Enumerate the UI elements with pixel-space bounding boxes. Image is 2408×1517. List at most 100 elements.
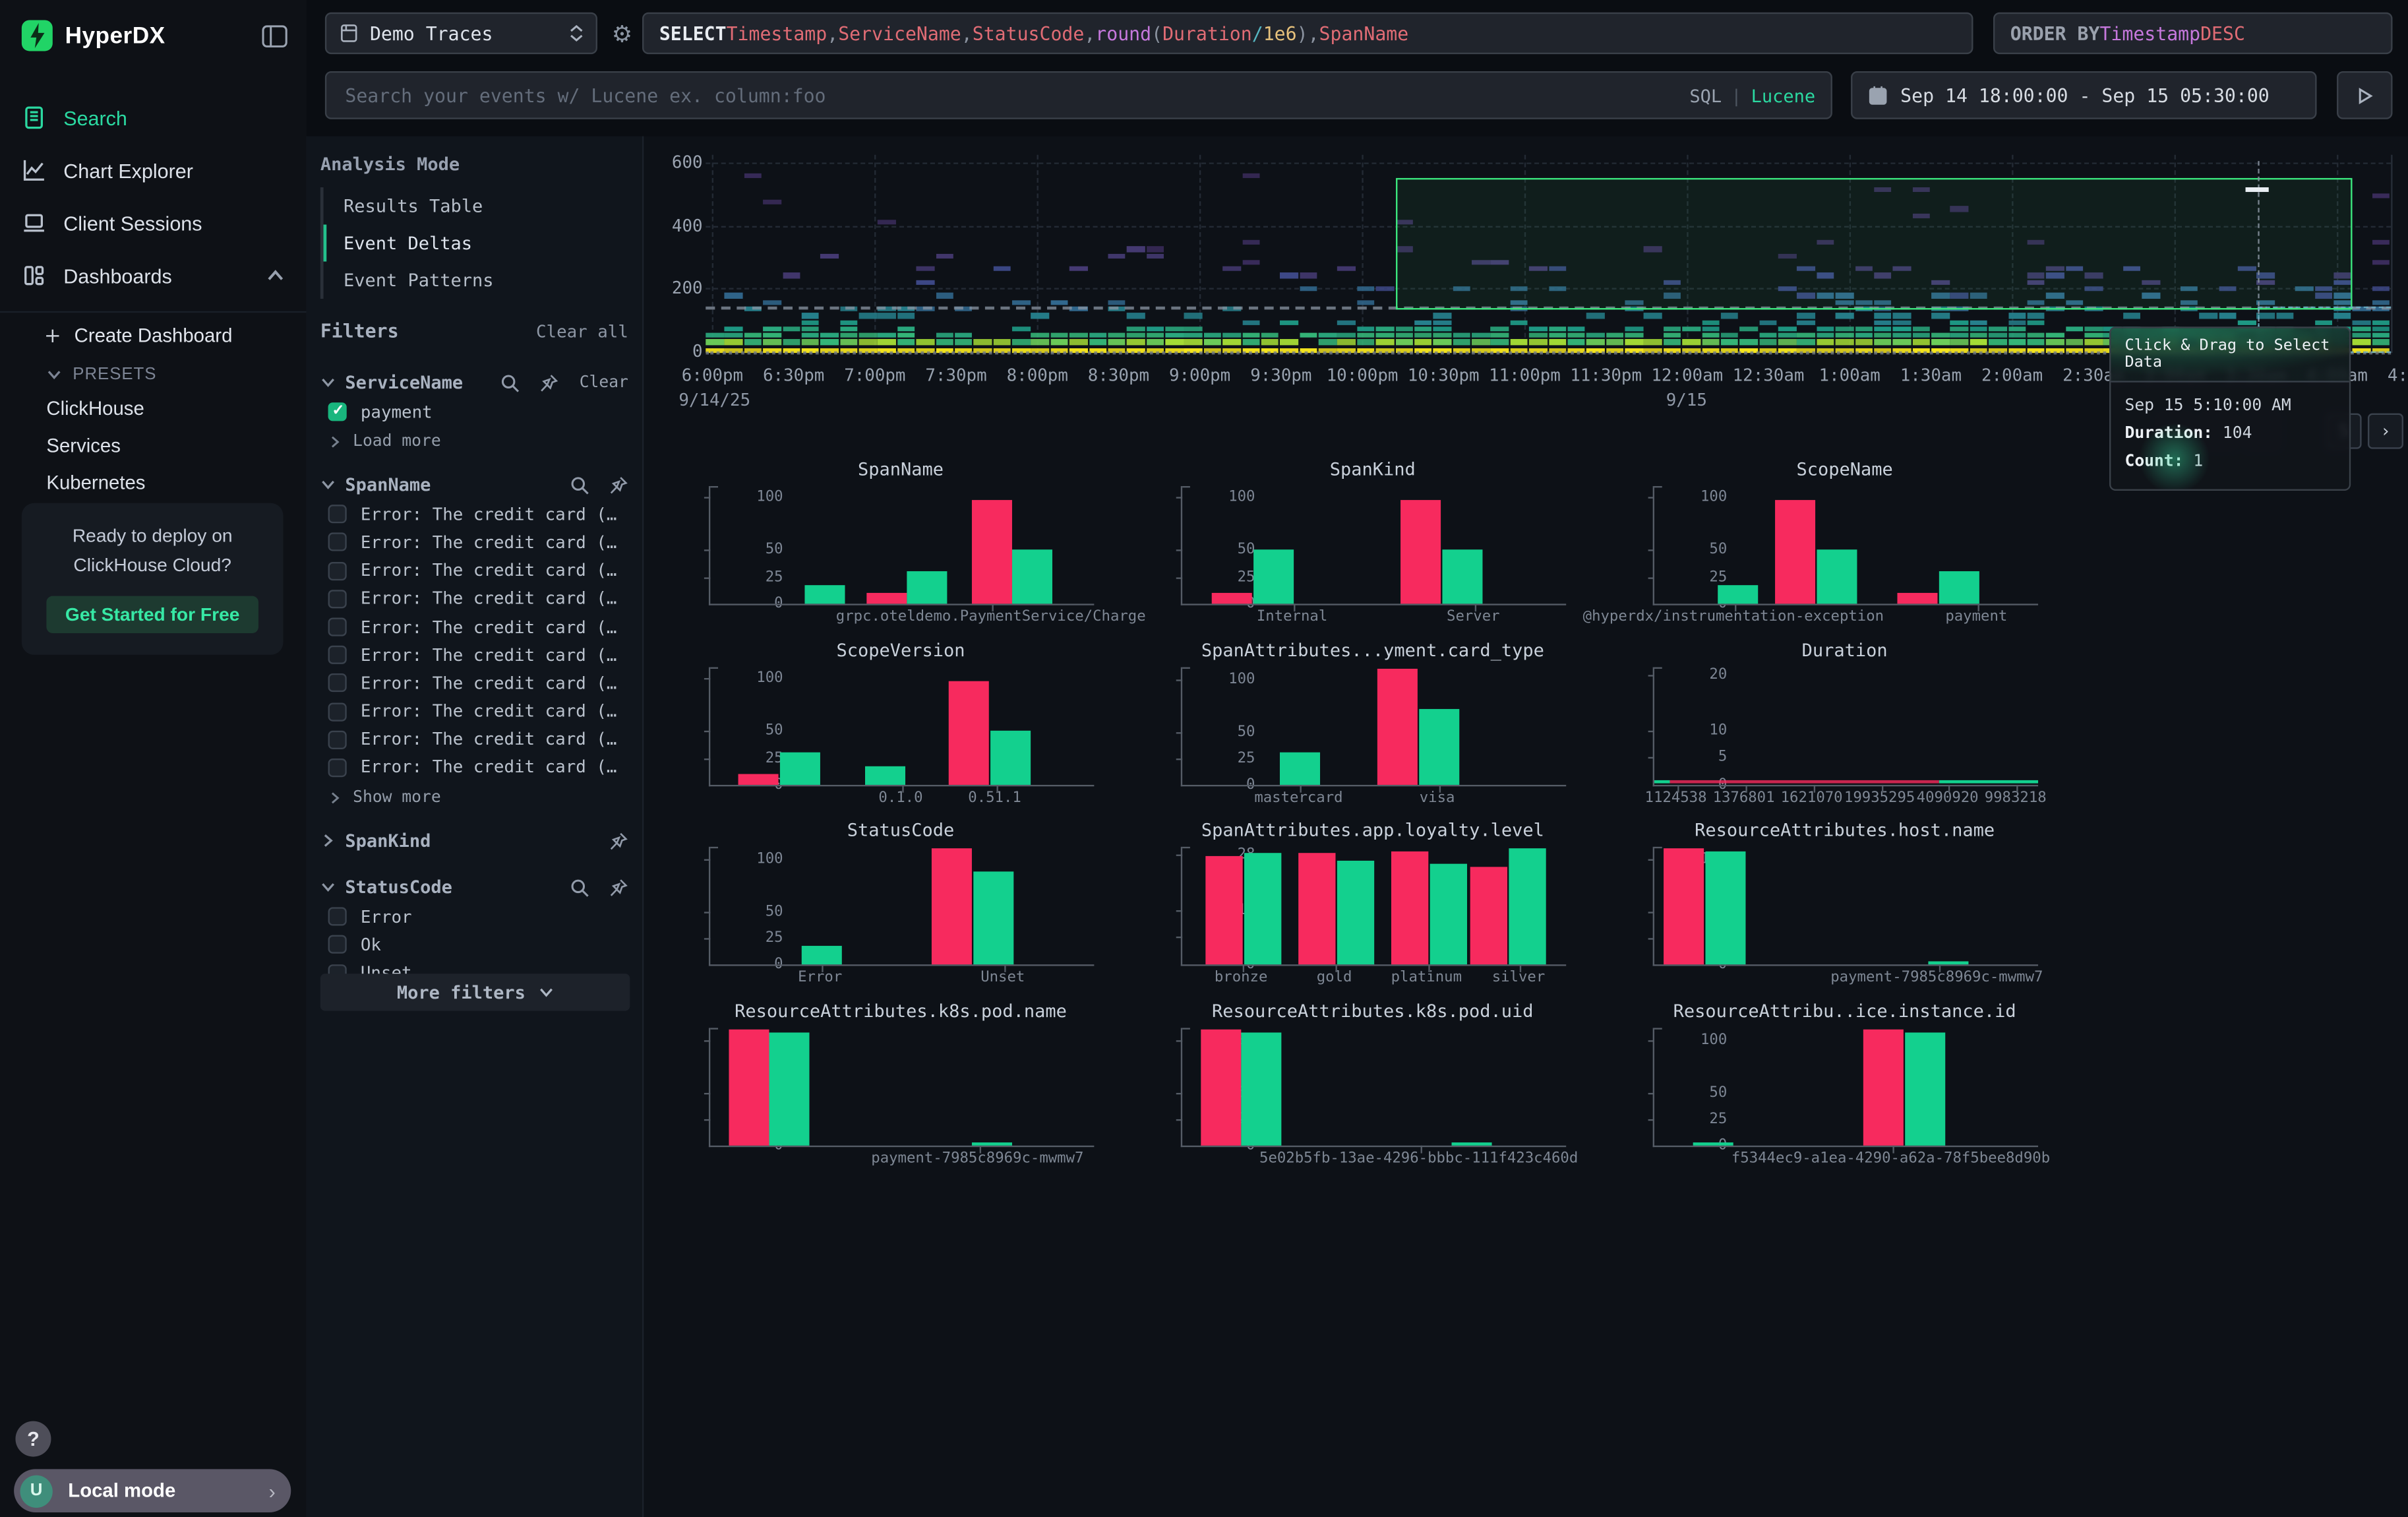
filter-option[interactable]: Error: The credit card (…	[307, 641, 642, 669]
sidebar-item-services[interactable]: Services	[0, 427, 307, 464]
heatmap-cell	[1778, 333, 1796, 338]
page-next-button[interactable]: ›	[2368, 414, 2403, 449]
heatmap-cell	[1376, 333, 1394, 338]
heatmap-cell	[1012, 340, 1030, 345]
checkbox[interactable]	[328, 758, 347, 777]
chevron-up-icon	[266, 266, 285, 285]
checkbox[interactable]	[328, 935, 347, 954]
heatmap-cell	[1146, 326, 1164, 332]
delta-bar-outlier	[971, 500, 1011, 604]
filter-option[interactable]: Ok	[307, 931, 642, 959]
presets-group-toggle[interactable]: PRESETS	[0, 356, 307, 390]
filter-option[interactable]: Error: The credit card (…	[307, 557, 642, 585]
checkbox[interactable]	[328, 702, 347, 721]
heatmap-cell	[1069, 340, 1087, 345]
checkbox[interactable]	[328, 505, 347, 524]
lucene-toggle[interactable]: Lucene	[1751, 84, 1816, 106]
sidebar-item-kubernetes[interactable]: Kubernetes	[0, 464, 307, 501]
y-tick-label: 0	[1718, 595, 1727, 612]
heatmap-cell	[1319, 340, 1337, 345]
sidebar-item-label: Dashboards	[63, 264, 172, 287]
checkbox[interactable]	[328, 590, 347, 608]
filter-group-name[interactable]: SpanName	[345, 474, 551, 496]
minichart-plot	[1181, 667, 1566, 787]
filter-group-name[interactable]: ServiceName	[345, 371, 481, 393]
filter-option[interactable]: Error: The credit card (…	[307, 754, 642, 782]
hyperdx-logo: HyperDX	[22, 20, 262, 51]
pin-icon	[608, 877, 628, 898]
heatmap-cell	[2372, 260, 2390, 265]
sql-select-input[interactable]: SELECT Timestamp, ServiceName, StatusCod…	[642, 13, 1973, 54]
drag-selection-region[interactable]	[1397, 178, 2352, 309]
checkbox[interactable]	[328, 908, 347, 926]
filter-group-name[interactable]: StatusCode	[345, 877, 551, 898]
sql-token: Duration	[1162, 22, 1252, 44]
order-by-input[interactable]: ORDER BY Timestamp DESC	[1993, 13, 2393, 54]
local-mode-label: Local mode	[68, 1480, 253, 1502]
heatmap-cell	[1740, 340, 1758, 345]
heatmap-cell	[897, 326, 915, 332]
checkbox[interactable]	[328, 533, 347, 551]
source-select[interactable]: Demo Traces	[325, 13, 597, 54]
clear-filter-button[interactable]: Clear	[580, 373, 628, 392]
y-tick-label: 25	[1709, 929, 1727, 946]
search-input[interactable]	[342, 83, 1677, 108]
filter-option[interactable]: Error: The credit card (…	[307, 726, 642, 754]
filter-group-name[interactable]: SpanKind	[345, 830, 589, 851]
sidebar-item-chart-explorer[interactable]: Chart Explorer	[0, 147, 307, 193]
sidebar-collapse-icon[interactable]	[262, 24, 288, 47]
analysis-mode-event-patterns[interactable]: Event Patterns	[324, 262, 642, 299]
filter-option[interactable]: Error: The credit card (…	[307, 669, 642, 698]
analysis-mode-event-deltas[interactable]: Event Deltas	[324, 224, 642, 261]
checkbox[interactable]	[328, 730, 347, 749]
minichart-resourceattribu-ice-instance-id: ResourceAttribu..ice.instance.id10050250…	[1610, 1000, 2074, 1173]
heatmap-cell	[2008, 326, 2026, 332]
x-tick-label: payment	[1945, 608, 2007, 625]
load-more-button[interactable]: Load more	[307, 426, 642, 454]
sidebar-item-search[interactable]: Search	[0, 94, 307, 140]
run-query-button[interactable]	[2337, 71, 2392, 119]
heatmap-cell	[1606, 333, 1623, 338]
analysis-mode-results-table[interactable]: Results Table	[324, 187, 642, 224]
sidebar-item-dashboards[interactable]: Dashboards	[0, 253, 307, 299]
heatmap-cell	[1721, 313, 1739, 319]
y-tick	[1176, 1093, 1182, 1094]
filter-option[interactable]: Error: The credit card (…	[307, 585, 642, 613]
calendar-icon	[1868, 85, 1888, 106]
gear-icon[interactable]: ⚙	[607, 13, 638, 54]
help-button[interactable]: ?	[15, 1421, 51, 1457]
delta-bar-inlier	[865, 766, 905, 785]
create-dashboard-button[interactable]: Create Dashboard	[0, 316, 307, 356]
filter-option[interactable]: Error: The credit card (…	[307, 501, 642, 529]
checkbox[interactable]	[328, 646, 347, 664]
heatmap-cell	[1050, 333, 1068, 338]
delta-bar-outlier	[729, 1030, 769, 1146]
x-tick-label: payment-7985c8969c-mwmw7	[871, 1150, 1083, 1167]
sidebar-item-clickhouse[interactable]: ClickHouse	[0, 390, 307, 427]
clear-all-filters[interactable]: Clear all	[536, 321, 628, 342]
sidebar-item-client-sessions[interactable]: Client Sessions	[0, 200, 307, 246]
checkbox[interactable]	[328, 674, 347, 693]
events-heatmap[interactable]	[706, 155, 2392, 353]
filter-option[interactable]: Error: The credit card (…	[307, 613, 642, 641]
chevron-down-icon	[320, 879, 336, 894]
date-range-picker[interactable]: Sep 14 18:00:00 - Sep 15 05:30:00	[1851, 71, 2316, 119]
sql-toggle[interactable]: SQL	[1689, 84, 1722, 106]
minichart-spanname: SpanName10050250grpc.oteldemo.PaymentSer…	[665, 458, 1129, 632]
more-filters-button[interactable]: More filters	[320, 974, 630, 1010]
get-started-button[interactable]: Get Started for Free	[46, 596, 258, 633]
filter-option[interactable]: payment	[307, 398, 642, 426]
delta-bar-inlier	[1011, 550, 1052, 604]
query-language-toggle: SQL | Lucene	[1689, 84, 1815, 106]
heatmap-cell	[1836, 333, 1853, 338]
show-more-button[interactable]: Show more	[307, 782, 642, 809]
heatmap-cell	[1376, 340, 1394, 345]
checkbox[interactable]	[328, 618, 347, 636]
checkbox-checked[interactable]	[328, 402, 347, 421]
filter-option[interactable]: Error: The credit card (…	[307, 528, 642, 557]
delta-bar-inlier	[1452, 1142, 1492, 1146]
filter-option[interactable]: Error	[307, 902, 642, 931]
local-mode-button[interactable]: U Local mode ›	[14, 1469, 291, 1512]
checkbox[interactable]	[328, 561, 347, 580]
filter-option[interactable]: Error: The credit card (…	[307, 697, 642, 726]
